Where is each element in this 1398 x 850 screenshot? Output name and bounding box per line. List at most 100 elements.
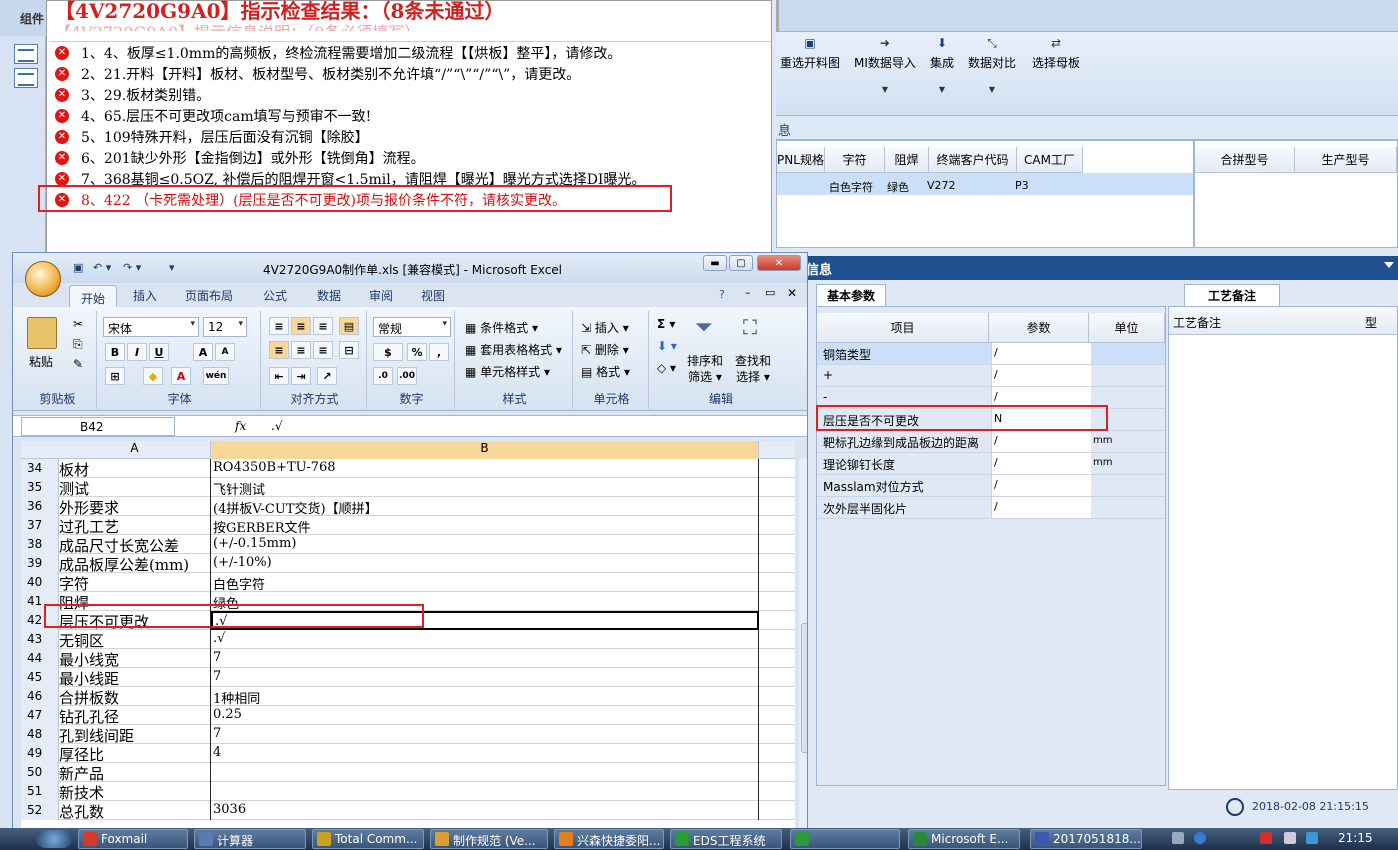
align-top-button[interactable]: ≡ [269, 317, 289, 335]
conditional-format-button[interactable]: ▦ 条件格式 ▾ [465, 319, 538, 336]
cell-b[interactable]: (+/-0.15mm) [211, 535, 759, 554]
grow-font-button[interactable]: A [193, 343, 213, 361]
row-number[interactable]: 50 [21, 763, 59, 782]
taskbar-item[interactable]: 兴森快捷委阳... [554, 829, 664, 849]
close-icon[interactable]: ✕ [787, 286, 797, 300]
check-result-item[interactable]: ✕ 6、201缺少外形【金指倒边】或外形【铣倒角】流程。 [55, 147, 425, 168]
cell-b[interactable] [211, 763, 759, 782]
font-name-select[interactable]: 宋体 [103, 317, 199, 337]
cell-a[interactable]: 厚径比 [59, 744, 211, 764]
cell-a[interactable]: 新技术 [59, 782, 211, 802]
find-icon[interactable]: ⛶ [743, 315, 757, 339]
table-row[interactable]: 38 成品尺寸长宽公差 (+/-0.15mm) [21, 535, 795, 555]
cell-a[interactable]: 最小线距 [59, 668, 211, 688]
cell-b[interactable]: 7 [211, 649, 759, 668]
row-number[interactable]: 34 [21, 459, 59, 478]
minimize-icon[interactable]: – [745, 286, 751, 299]
cell-b[interactable]: 0.25 [211, 706, 759, 725]
table-row[interactable]: 34 板材 RO4350B+TU-768 [21, 459, 795, 479]
display-icon[interactable] [1284, 832, 1296, 844]
cell-b[interactable]: 白色字符 [211, 573, 759, 593]
align-middle-button[interactable]: ≡ [291, 317, 311, 335]
check-result-item[interactable]: ✕ 2、21.开料【开料】板材、板材型号、板材类别不允许填“/”“\”“/”“\”… [55, 63, 580, 84]
tab-data[interactable]: 数据 [317, 287, 341, 304]
cell-a[interactable]: 测试 [59, 478, 211, 498]
format-as-table-button[interactable]: ▦ 套用表格格式 ▾ [465, 341, 562, 358]
cell-b[interactable]: 1种相同 [211, 687, 759, 707]
autosum-icon[interactable]: Σ ▾ [657, 317, 675, 331]
undo-icon[interactable]: ↶ ▾ [93, 261, 111, 274]
redo-icon[interactable]: ↷ ▾ [123, 261, 141, 274]
phonetic-button[interactable]: wén [203, 367, 229, 385]
tab-basic-params[interactable]: 基本参数 [816, 284, 886, 306]
check-result-item[interactable]: ✕ 1、4、板厚≤1.0mm的高频板，终检流程需要增加二级流程【【烘板】整平】，请… [55, 42, 621, 63]
fill-color-button[interactable]: ◆ [143, 367, 163, 385]
table-row[interactable]: 51 新技术 [21, 782, 795, 802]
col-header[interactable]: 终端客户代码 [929, 147, 1017, 173]
find-select-button[interactable]: 查找和 选择 ▾ [735, 353, 771, 385]
percent-button[interactable]: % [407, 343, 427, 361]
form-icon[interactable] [14, 68, 38, 88]
shrink-font-button[interactable]: A [215, 343, 235, 361]
col-header[interactable]: 合拼型号 [1195, 147, 1295, 173]
cell-styles-button[interactable]: ▦ 单元格样式 ▾ [465, 363, 550, 380]
select-motherboard-button[interactable]: ⇄ 选择母板 [1032, 36, 1080, 71]
row-number[interactable]: 37 [21, 516, 59, 535]
param-row[interactable]: Masslam对位方式 / [817, 475, 1165, 497]
table-row[interactable]: 39 成品板厚公差(mm) (+/-10%) [21, 554, 795, 574]
col-header[interactable]: 字符 [825, 147, 885, 173]
cell-b[interactable]: RO4350B+TU-768 [211, 459, 759, 478]
table-row[interactable]: 52 总孔数 3036 [21, 801, 795, 821]
tab-review[interactable]: 审阅 [369, 287, 393, 304]
cell-a[interactable]: 成品板厚公差(mm) [59, 554, 211, 574]
tab-home[interactable]: 开始 [69, 285, 117, 307]
cell-a[interactable]: 合拼板数 [59, 687, 211, 707]
row-number[interactable]: 38 [21, 535, 59, 554]
row-number[interactable]: 51 [21, 782, 59, 801]
row-number[interactable]: 52 [21, 801, 59, 820]
column-header-b[interactable]: B [211, 441, 759, 459]
cell-b[interactable]: 3036 [211, 801, 759, 820]
taskbar-item[interactable]: Foxmail [78, 829, 188, 849]
taskbar-item[interactable] [790, 829, 900, 849]
fx-icon[interactable]: fx [235, 419, 246, 433]
col-header[interactable]: PNL规格 [777, 147, 825, 173]
taskbar-item[interactable]: Microsoft E... [908, 829, 1020, 849]
param-row[interactable]: 靶标孔边缘到成品板边的距离 / mm [817, 431, 1165, 453]
param-row[interactable]: 次外层半固化片 / [817, 497, 1165, 519]
col-header[interactable]: CAM工厂 [1017, 147, 1083, 173]
table-row[interactable]: 40 字符 白色字符 [21, 573, 795, 593]
table-row[interactable]: 45 最小线距 7 [21, 668, 795, 688]
name-box[interactable]: B42 [21, 417, 175, 436]
close-button[interactable]: ✕ [757, 255, 801, 271]
table-row[interactable]: 47 钻孔孔径 0.25 [21, 706, 795, 726]
cell-a[interactable]: 无铜区 [59, 630, 211, 650]
italic-button[interactable]: I [127, 343, 147, 361]
check-result-item[interactable]: ✕ 3、29.板材类别错。 [55, 84, 210, 105]
row-number[interactable]: 43 [21, 630, 59, 649]
row-number[interactable]: 47 [21, 706, 59, 725]
table-row[interactable]: 48 孔到线间距 7 [21, 725, 795, 745]
font-size-select[interactable]: 12 [203, 317, 247, 337]
tab-view[interactable]: 视图 [421, 287, 445, 304]
row-number[interactable]: 44 [21, 649, 59, 668]
cell-b[interactable]: 4 [211, 744, 759, 763]
row-number[interactable]: 46 [21, 687, 59, 706]
taskbar-item[interactable]: 制作规范 (Ve... [430, 829, 548, 849]
cell-a[interactable]: 过孔工艺 [59, 516, 211, 536]
align-right-button[interactable]: ≡ [313, 341, 333, 359]
param-row[interactable]: 铜箔类型 / [817, 343, 1165, 365]
font-color-button[interactable]: A [171, 367, 191, 385]
cell-b[interactable]: (4拼板V-CUT交货)【顺拼】 [211, 497, 759, 517]
delete-cells-button[interactable]: ⇱ 删除 ▾ [581, 341, 629, 358]
cell-a[interactable]: 板材 [59, 459, 211, 479]
start-button[interactable] [36, 830, 72, 848]
bold-button[interactable]: B [105, 343, 125, 361]
borders-button[interactable]: ⊞ [105, 367, 125, 385]
align-bottom-button[interactable]: ≡ [313, 317, 333, 335]
table-row[interactable]: 36 外形要求 (4拼板V-CUT交货)【顺拼】 [21, 497, 795, 517]
table-row[interactable]: 44 最小线宽 7 [21, 649, 795, 669]
check-result-item[interactable]: ✕ 4、65.层压不可更改项cam填写与预审不一致! [55, 105, 371, 126]
app-tray-icon[interactable] [1306, 832, 1318, 844]
cell-a[interactable]: 钻孔孔径 [59, 706, 211, 726]
